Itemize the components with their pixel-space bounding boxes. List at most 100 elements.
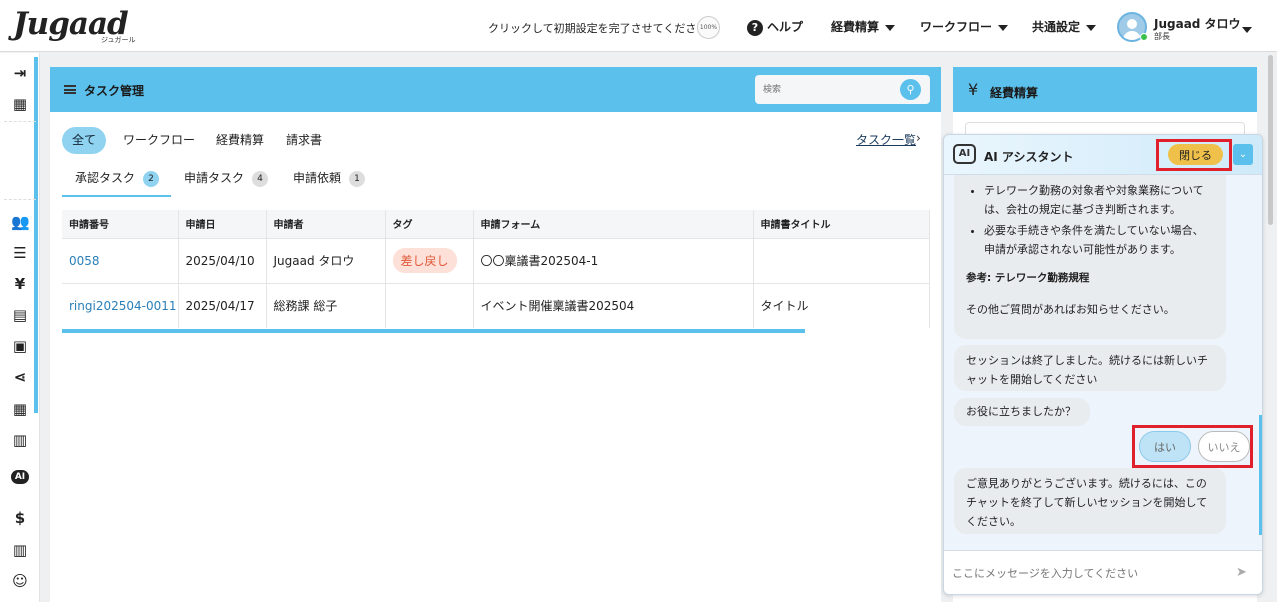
- task-list-link[interactable]: タスク一覧: [856, 131, 916, 148]
- send-icon[interactable]: ➤: [1236, 565, 1247, 580]
- column-header[interactable]: 申請番号: [62, 210, 179, 238]
- tag-cell: 差し戻し: [385, 237, 474, 283]
- assistant-message: テレワーク勤務の対象者や対象業務については、会社の規定に基づき判断されます。 必…: [954, 175, 1226, 339]
- manual-icon[interactable]: ▥: [11, 541, 29, 559]
- chevron-down-icon: [1242, 26, 1252, 33]
- receipt-icon[interactable]: ▤: [11, 306, 29, 324]
- chat-header: AI AI アシスタント 閉じる ⌄: [944, 135, 1262, 175]
- sidebar-divider: [4, 121, 36, 122]
- filter-workflow[interactable]: ワークフロー: [113, 127, 205, 154]
- nav-common-settings-label: 共通設定: [1032, 20, 1081, 34]
- message-text: その他ご質問があればお知らせください。: [966, 303, 1175, 316]
- filter-all[interactable]: 全て: [62, 127, 107, 154]
- building-icon[interactable]: ▦: [11, 95, 29, 113]
- chat-message-input[interactable]: [952, 561, 1222, 585]
- book-icon[interactable]: ▥: [11, 431, 29, 449]
- chevron-down-icon[interactable]: ⌄: [1233, 144, 1253, 165]
- feedback-no-button[interactable]: いいえ: [1198, 431, 1250, 462]
- sidebar-divider: [4, 199, 36, 200]
- nav-common-settings-menu[interactable]: 共通設定: [1032, 18, 1097, 35]
- grid-icon[interactable]: ▦: [11, 400, 29, 418]
- tab-approval-tasks[interactable]: 承認タスク 2: [75, 169, 160, 187]
- tab-label: 申請タスク: [184, 171, 245, 185]
- sidebar-toggle-icon[interactable]: ⇥: [11, 64, 29, 82]
- ai-assistant-chat: AI AI アシスタント 閉じる ⌄ テレワーク勤務の対象者や対象業務については…: [943, 134, 1263, 595]
- tab-application-tasks[interactable]: 申請タスク 4: [184, 169, 269, 187]
- column-header[interactable]: 申請者: [266, 210, 386, 238]
- message-bullet-list: テレワーク勤務の対象者や対象業務については、会社の規定に基づき判断されます。 必…: [966, 181, 1214, 259]
- application-title: タイトル: [753, 282, 930, 328]
- count-badge: 2: [143, 170, 160, 187]
- active-tab-underline: [62, 195, 171, 197]
- user-role: 部長: [1154, 32, 1170, 41]
- assistant-message: お役に立ちましたか？: [954, 398, 1090, 426]
- column-header[interactable]: 申請フォーム: [473, 210, 754, 238]
- column-header[interactable]: タグ: [385, 210, 474, 238]
- search-icon[interactable]: ⚲: [900, 79, 921, 100]
- filter-expense[interactable]: 経費精算: [206, 127, 274, 154]
- user-name[interactable]: Jugaad タロウ: [1154, 15, 1241, 32]
- chevron-down-icon: [885, 24, 896, 31]
- task-management-panel: タスク管理 ⚲ 全て ワークフロー 経費精算 請求書 タスク一覧 › 承認タスク…: [50, 67, 941, 602]
- online-status-dot: [1140, 33, 1148, 41]
- setup-message[interactable]: クリックして初期設定を完了させてください →: [488, 20, 720, 36]
- nav-workflow-label: ワークフロー: [920, 20, 993, 34]
- application-form: イベント開催稟議書202504: [473, 282, 754, 328]
- tab-label: 承認タスク: [75, 171, 136, 185]
- yen-icon[interactable]: ¥: [11, 275, 29, 293]
- feedback-yes-button[interactable]: はい: [1139, 431, 1191, 462]
- count-badge: 1: [349, 170, 366, 187]
- chevron-down-icon: [1086, 24, 1097, 31]
- top-bar: Jugaad ジュガール クリックして初期設定を完了させてください → 100%…: [0, 0, 1277, 52]
- list-icon[interactable]: ☰: [11, 244, 29, 262]
- nav-expense-menu[interactable]: 経費精算: [831, 18, 896, 35]
- users-icon[interactable]: 👥: [11, 213, 30, 231]
- application-title: [753, 237, 930, 283]
- count-badge: 4: [252, 170, 269, 187]
- table-header-row: 申請番号 申請日 申請者 タグ 申請フォーム 申請書タイトル: [62, 210, 930, 238]
- tag-cell: [385, 282, 474, 328]
- column-header[interactable]: 申請日: [178, 210, 267, 238]
- chevron-right-icon[interactable]: ›: [916, 131, 921, 145]
- expense-panel-header: ¥ 経費精算: [953, 67, 1257, 112]
- reference-title[interactable]: 参考: テレワーク勤務規程: [966, 269, 1214, 288]
- chat-input-area: ➤: [944, 550, 1262, 594]
- close-button[interactable]: 閉じる: [1168, 144, 1223, 165]
- table-row[interactable]: 0058 2025/04/10 Jugaad タロウ 差し戻し 〇〇稟議書202…: [62, 237, 930, 283]
- page-scrollbar[interactable]: [1268, 55, 1273, 225]
- ai-chat-icon[interactable]: AI: [11, 470, 29, 484]
- list-icon: [64, 85, 76, 94]
- list-item: 必要な手続きや条件を満たしていない場合、申請が承認されない可能性があります。: [984, 221, 1214, 259]
- table-horizontal-scrollbar[interactable]: [62, 329, 805, 333]
- application-form: 〇〇稟議書202504-1: [473, 237, 754, 283]
- support-icon[interactable]: ☺: [11, 572, 29, 590]
- task-panel-title: タスク管理: [84, 84, 145, 98]
- chat-title: AI アシスタント: [984, 150, 1074, 164]
- setup-progress-indicator[interactable]: 100%: [697, 16, 720, 39]
- document-icon[interactable]: ▣: [11, 337, 29, 355]
- help-icon: ?: [747, 19, 763, 36]
- share-icon[interactable]: ⋖: [11, 368, 29, 386]
- help-link[interactable]: ? ヘルプ: [747, 18, 803, 36]
- sidebar: ⇥ ▦ 👥 ☰ ¥ ▤ ▣ ⋖ ▦ ▥ AI $ ▥ ☺: [0, 53, 40, 602]
- application-date: 2025/04/17: [178, 282, 267, 328]
- application-date: 2025/04/10: [178, 237, 267, 283]
- nav-workflow-menu[interactable]: ワークフロー: [920, 18, 1009, 35]
- tab-application-requests[interactable]: 申請依頼 1: [293, 169, 366, 187]
- sidebar-scroll-indicator[interactable]: [34, 57, 38, 413]
- chat-scrollbar[interactable]: [1259, 415, 1262, 535]
- task-table: 申請番号 申請日 申請者 タグ 申請フォーム 申請書タイトル 0058 2025…: [62, 210, 930, 328]
- nav-expense-label: 経費精算: [831, 20, 880, 34]
- invoice-icon[interactable]: $: [11, 509, 29, 527]
- app-logo-subtitle: ジュガール: [101, 36, 136, 44]
- column-header[interactable]: 申請書タイトル: [753, 210, 930, 238]
- applicant-name: Jugaad タロウ: [266, 237, 386, 283]
- user-menu-toggle[interactable]: [1236, 22, 1252, 36]
- filter-invoice[interactable]: 請求書: [276, 127, 332, 154]
- application-number-link[interactable]: 0058: [62, 237, 179, 283]
- table-row[interactable]: ringi202504-0011 2025/04/17 総務課 総子 イベント開…: [62, 282, 930, 328]
- application-number-link[interactable]: ringi202504-0011: [62, 282, 179, 328]
- list-item: テレワーク勤務の対象者や対象業務については、会社の規定に基づき判断されます。: [984, 181, 1214, 219]
- expense-panel-content: [965, 122, 1245, 134]
- assistant-message: ご意見ありがとうございます。続けるには、このチャットを終了して新しいセッションを…: [954, 468, 1226, 534]
